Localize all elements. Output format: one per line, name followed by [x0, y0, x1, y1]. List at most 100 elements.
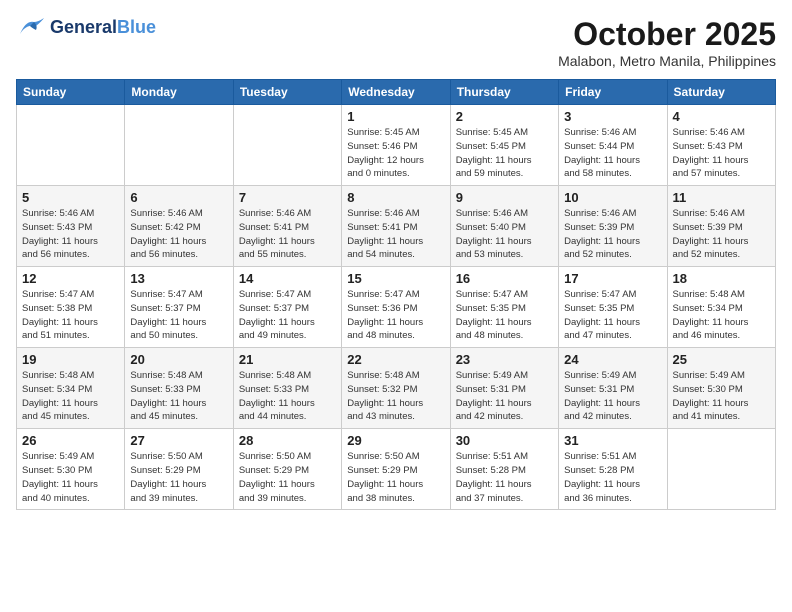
calendar-cell: 30 Sunrise: 5:51 AM Sunset: 5:28 PM Dayli… — [450, 429, 558, 510]
day-info: Sunrise: 5:47 AM Sunset: 5:36 PM Dayligh… — [347, 288, 444, 343]
calendar-cell — [125, 105, 233, 186]
calendar-cell: 5 Sunrise: 5:46 AM Sunset: 5:43 PM Daylig… — [17, 186, 125, 267]
month-title: October 2025 — [558, 16, 776, 53]
day-info: Sunrise: 5:46 AM Sunset: 5:39 PM Dayligh… — [564, 207, 661, 262]
day-number: 22 — [347, 352, 444, 367]
calendar-cell: 17 Sunrise: 5:47 AM Sunset: 5:35 PM Dayli… — [559, 267, 667, 348]
day-number: 20 — [130, 352, 227, 367]
calendar-cell: 26 Sunrise: 5:49 AM Sunset: 5:30 PM Dayli… — [17, 429, 125, 510]
day-number: 11 — [673, 190, 770, 205]
day-number: 5 — [22, 190, 119, 205]
calendar-cell: 23 Sunrise: 5:49 AM Sunset: 5:31 PM Dayli… — [450, 348, 558, 429]
title-block: October 2025 Malabon, Metro Manila, Phil… — [558, 16, 776, 69]
day-header-saturday: Saturday — [667, 80, 775, 105]
day-info: Sunrise: 5:51 AM Sunset: 5:28 PM Dayligh… — [564, 450, 661, 505]
day-number: 24 — [564, 352, 661, 367]
calendar-cell: 31 Sunrise: 5:51 AM Sunset: 5:28 PM Dayli… — [559, 429, 667, 510]
day-number: 8 — [347, 190, 444, 205]
calendar-cell: 8 Sunrise: 5:46 AM Sunset: 5:41 PM Daylig… — [342, 186, 450, 267]
day-number: 7 — [239, 190, 336, 205]
day-info: Sunrise: 5:46 AM Sunset: 5:43 PM Dayligh… — [673, 126, 770, 181]
calendar-week-5: 26 Sunrise: 5:49 AM Sunset: 5:30 PM Dayli… — [17, 429, 776, 510]
day-number: 19 — [22, 352, 119, 367]
calendar-cell: 6 Sunrise: 5:46 AM Sunset: 5:42 PM Daylig… — [125, 186, 233, 267]
day-info: Sunrise: 5:47 AM Sunset: 5:37 PM Dayligh… — [239, 288, 336, 343]
calendar-cell: 18 Sunrise: 5:48 AM Sunset: 5:34 PM Dayli… — [667, 267, 775, 348]
calendar-cell: 11Sunrise: 5:46 AM Sunset: 5:39 PM Dayli… — [667, 186, 775, 267]
day-number: 10 — [564, 190, 661, 205]
day-number: 29 — [347, 433, 444, 448]
day-info: Sunrise: 5:51 AM Sunset: 5:28 PM Dayligh… — [456, 450, 553, 505]
day-header-friday: Friday — [559, 80, 667, 105]
day-number: 14 — [239, 271, 336, 286]
day-number: 2 — [456, 109, 553, 124]
calendar-cell: 3Sunrise: 5:46 AM Sunset: 5:44 PM Daylig… — [559, 105, 667, 186]
day-number: 4 — [673, 109, 770, 124]
day-info: Sunrise: 5:47 AM Sunset: 5:35 PM Dayligh… — [456, 288, 553, 343]
location: Malabon, Metro Manila, Philippines — [558, 53, 776, 69]
calendar-cell: 13Sunrise: 5:47 AM Sunset: 5:37 PM Dayli… — [125, 267, 233, 348]
day-number: 30 — [456, 433, 553, 448]
day-info: Sunrise: 5:46 AM Sunset: 5:44 PM Dayligh… — [564, 126, 661, 181]
day-info: Sunrise: 5:48 AM Sunset: 5:32 PM Dayligh… — [347, 369, 444, 424]
calendar-cell: 28Sunrise: 5:50 AM Sunset: 5:29 PM Dayli… — [233, 429, 341, 510]
day-info: Sunrise: 5:49 AM Sunset: 5:30 PM Dayligh… — [673, 369, 770, 424]
day-info: Sunrise: 5:46 AM Sunset: 5:43 PM Dayligh… — [22, 207, 119, 262]
day-info: Sunrise: 5:46 AM Sunset: 5:42 PM Dayligh… — [130, 207, 227, 262]
day-info: Sunrise: 5:49 AM Sunset: 5:31 PM Dayligh… — [456, 369, 553, 424]
calendar-cell: 9 Sunrise: 5:46 AM Sunset: 5:40 PM Daylig… — [450, 186, 558, 267]
day-number: 27 — [130, 433, 227, 448]
day-info: Sunrise: 5:47 AM Sunset: 5:35 PM Dayligh… — [564, 288, 661, 343]
day-number: 1 — [347, 109, 444, 124]
calendar-body: 1 Sunrise: 5:45 AM Sunset: 5:46 PM Daylig… — [17, 105, 776, 510]
day-info: Sunrise: 5:45 AM Sunset: 5:46 PM Dayligh… — [347, 126, 444, 181]
day-number: 26 — [22, 433, 119, 448]
day-info: Sunrise: 5:49 AM Sunset: 5:31 PM Dayligh… — [564, 369, 661, 424]
day-info: Sunrise: 5:50 AM Sunset: 5:29 PM Dayligh… — [130, 450, 227, 505]
day-number: 18 — [673, 271, 770, 286]
day-info: Sunrise: 5:48 AM Sunset: 5:34 PM Dayligh… — [673, 288, 770, 343]
calendar-cell: 14 Sunrise: 5:47 AM Sunset: 5:37 PM Dayli… — [233, 267, 341, 348]
day-number: 17 — [564, 271, 661, 286]
logo: GeneralBlue — [16, 16, 156, 40]
day-number: 9 — [456, 190, 553, 205]
day-number: 31 — [564, 433, 661, 448]
day-header-wednesday: Wednesday — [342, 80, 450, 105]
logo-icon — [16, 16, 46, 40]
day-info: Sunrise: 5:49 AM Sunset: 5:30 PM Dayligh… — [22, 450, 119, 505]
calendar-cell: 2 Sunrise: 5:45 AM Sunset: 5:45 PM Daylig… — [450, 105, 558, 186]
calendar-cell: 20 Sunrise: 5:48 AM Sunset: 5:33 PM Dayli… — [125, 348, 233, 429]
day-info: Sunrise: 5:48 AM Sunset: 5:34 PM Dayligh… — [22, 369, 119, 424]
calendar-cell: 25 Sunrise: 5:49 AM Sunset: 5:30 PM Dayli… — [667, 348, 775, 429]
calendar-cell: 22 Sunrise: 5:48 AM Sunset: 5:32 PM Dayli… — [342, 348, 450, 429]
calendar-cell: 7Sunrise: 5:46 AM Sunset: 5:41 PM Daylig… — [233, 186, 341, 267]
day-info: Sunrise: 5:48 AM Sunset: 5:33 PM Dayligh… — [239, 369, 336, 424]
day-info: Sunrise: 5:46 AM Sunset: 5:40 PM Dayligh… — [456, 207, 553, 262]
calendar-cell: 1 Sunrise: 5:45 AM Sunset: 5:46 PM Daylig… — [342, 105, 450, 186]
day-number: 25 — [673, 352, 770, 367]
day-header-tuesday: Tuesday — [233, 80, 341, 105]
day-number: 15 — [347, 271, 444, 286]
day-info: Sunrise: 5:50 AM Sunset: 5:29 PM Dayligh… — [239, 450, 336, 505]
calendar-cell: 10 Sunrise: 5:46 AM Sunset: 5:39 PM Dayli… — [559, 186, 667, 267]
day-number: 16 — [456, 271, 553, 286]
day-number: 6 — [130, 190, 227, 205]
calendar-cell: 4 Sunrise: 5:46 AM Sunset: 5:43 PM Daylig… — [667, 105, 775, 186]
day-info: Sunrise: 5:46 AM Sunset: 5:41 PM Dayligh… — [347, 207, 444, 262]
calendar-table: SundayMondayTuesdayWednesdayThursdayFrid… — [16, 79, 776, 510]
day-info: Sunrise: 5:45 AM Sunset: 5:45 PM Dayligh… — [456, 126, 553, 181]
calendar-week-4: 19 Sunrise: 5:48 AM Sunset: 5:34 PM Dayli… — [17, 348, 776, 429]
day-number: 21 — [239, 352, 336, 367]
calendar-header-row: SundayMondayTuesdayWednesdayThursdayFrid… — [17, 80, 776, 105]
page-header: GeneralBlue October 2025 Malabon, Metro … — [16, 16, 776, 69]
calendar-cell: 16 Sunrise: 5:47 AM Sunset: 5:35 PM Dayli… — [450, 267, 558, 348]
calendar-cell: 27 Sunrise: 5:50 AM Sunset: 5:29 PM Dayli… — [125, 429, 233, 510]
calendar-cell: 19 Sunrise: 5:48 AM Sunset: 5:34 PM Dayli… — [17, 348, 125, 429]
calendar-cell: 21 Sunrise: 5:48 AM Sunset: 5:33 PM Dayli… — [233, 348, 341, 429]
day-info: Sunrise: 5:48 AM Sunset: 5:33 PM Dayligh… — [130, 369, 227, 424]
calendar-cell: 24 Sunrise: 5:49 AM Sunset: 5:31 PM Dayli… — [559, 348, 667, 429]
day-number: 23 — [456, 352, 553, 367]
day-info: Sunrise: 5:47 AM Sunset: 5:37 PM Dayligh… — [130, 288, 227, 343]
calendar-week-3: 12Sunrise: 5:47 AM Sunset: 5:38 PM Dayli… — [17, 267, 776, 348]
day-header-thursday: Thursday — [450, 80, 558, 105]
